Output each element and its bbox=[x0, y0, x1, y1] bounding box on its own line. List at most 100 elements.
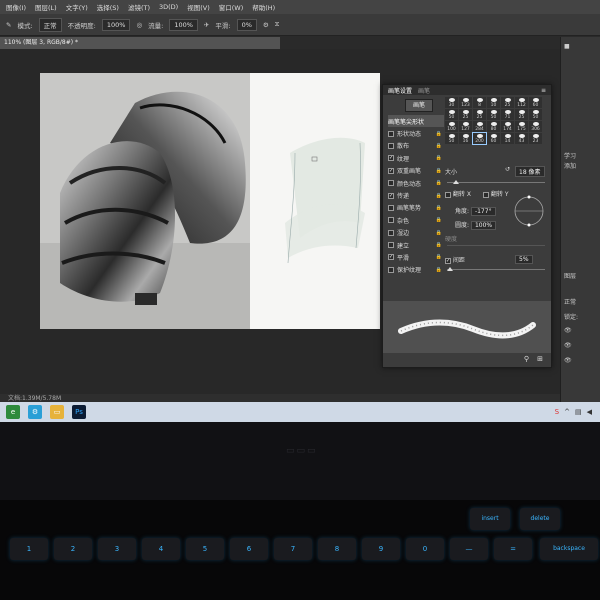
menu-item-image[interactable]: 图像(I) bbox=[6, 2, 26, 12]
lock-icon[interactable]: 🔒 bbox=[436, 143, 442, 149]
brush-tip[interactable]: 25 bbox=[459, 109, 472, 120]
menu-item-view[interactable]: 视图(V) bbox=[187, 2, 210, 12]
symmetry-icon[interactable]: ⧖ bbox=[275, 20, 280, 29]
brush-option-item[interactable]: 画笔笔尖形状 bbox=[388, 115, 444, 128]
menu-item-window[interactable]: 窗口(W) bbox=[219, 2, 244, 12]
menu-item-layer[interactable]: 图层(L) bbox=[35, 2, 57, 12]
brush-tip[interactable]: 30 bbox=[445, 97, 458, 108]
brush-tip[interactable]: 25 bbox=[473, 109, 486, 120]
brush-tip[interactable]: 123 bbox=[459, 97, 472, 108]
brush-option-item[interactable]: 散布 🔒 bbox=[388, 140, 444, 152]
menu-item-filter[interactable]: 滤镜(T) bbox=[128, 2, 150, 12]
brush-tip[interactable]: 60 bbox=[487, 133, 500, 144]
brush-tip[interactable]: 25 bbox=[501, 97, 514, 108]
brush-tip[interactable]: 50 bbox=[445, 109, 458, 120]
brush-tip[interactable]: 50 bbox=[487, 109, 500, 120]
brush-tip[interactable]: 100 bbox=[445, 121, 458, 132]
option-checkbox[interactable] bbox=[388, 242, 394, 249]
brush-option-item[interactable]: 保护纹理 🔒 bbox=[388, 264, 444, 276]
tab-brush-settings[interactable]: 画笔设置 bbox=[388, 86, 412, 95]
option-checkbox[interactable] bbox=[388, 266, 394, 273]
size-slider[interactable] bbox=[447, 180, 545, 184]
lock-icon[interactable]: 🔒 bbox=[436, 267, 442, 273]
brush-tool-icon[interactable]: ✎ bbox=[6, 21, 11, 29]
learn-panel-label[interactable]: 学习 bbox=[564, 151, 576, 160]
brush-option-item[interactable]: 颜色动态 🔒 bbox=[388, 177, 444, 189]
airbrush-icon[interactable]: ✈ bbox=[204, 21, 209, 29]
pressure-opacity-icon[interactable]: ◎ bbox=[136, 21, 142, 29]
flow-field[interactable]: 100% bbox=[169, 18, 198, 31]
brush-option-item[interactable]: ✓ 传递 🔒 bbox=[388, 189, 444, 201]
brush-tip[interactable]: 23 bbox=[529, 133, 542, 144]
option-checkbox[interactable]: ✓ bbox=[388, 167, 394, 174]
panel-menu-icon[interactable]: ≡ bbox=[541, 87, 546, 94]
lock-icon[interactable]: 🔒 bbox=[436, 230, 442, 236]
brush-tip[interactable]: 112 bbox=[515, 97, 528, 108]
flip-x-checkbox[interactable] bbox=[445, 191, 451, 198]
lock-icon[interactable]: 🔒 bbox=[436, 205, 442, 211]
document-tab[interactable]: 110% (图层 3, RGB/8#) * bbox=[0, 37, 280, 49]
angle-roundness-widget[interactable] bbox=[511, 193, 547, 229]
option-checkbox[interactable] bbox=[388, 142, 394, 149]
brush-option-item[interactable]: 湿边 🔒 bbox=[388, 227, 444, 239]
option-checkbox[interactable] bbox=[388, 180, 394, 187]
color-swatch-icon[interactable]: ■ bbox=[564, 43, 570, 50]
lock-icon[interactable]: 🔒 bbox=[436, 131, 442, 137]
brush-tip[interactable]: 174 bbox=[501, 121, 514, 132]
option-checkbox[interactable] bbox=[388, 229, 394, 236]
ime-icon[interactable]: S bbox=[555, 408, 559, 416]
brush-tip[interactable]: 50 bbox=[529, 109, 542, 120]
menu-item-type[interactable]: 文字(Y) bbox=[66, 2, 88, 12]
brush-tip[interactable]: 60 bbox=[529, 97, 542, 108]
brush-tip[interactable]: 14 bbox=[501, 133, 514, 144]
lock-icon[interactable]: 🔒 bbox=[436, 217, 442, 223]
smoothing-field[interactable]: 0% bbox=[236, 18, 257, 31]
gear-icon[interactable]: ⚙ bbox=[263, 21, 269, 29]
brush-tip[interactable]: 8 bbox=[473, 97, 486, 108]
toggle-preview-icon[interactable]: ⚲ bbox=[524, 355, 529, 363]
lock-icon[interactable]: 🔒 bbox=[436, 155, 442, 161]
document-canvas[interactable] bbox=[40, 73, 380, 329]
new-brush-icon[interactable]: ⊞ bbox=[537, 355, 543, 363]
lock-icon[interactable]: 🔒 bbox=[436, 193, 442, 199]
menu-item-select[interactable]: 选择(S) bbox=[97, 2, 119, 12]
chevron-up-icon[interactable]: ^ bbox=[564, 408, 570, 416]
brush-tip[interactable]: 306 bbox=[529, 121, 542, 132]
brush-tip[interactable]: 175 bbox=[515, 121, 528, 132]
option-checkbox[interactable]: ✓ bbox=[388, 192, 394, 199]
brush-option-item[interactable]: 建立 🔒 bbox=[388, 239, 444, 251]
volume-icon[interactable]: ◀ bbox=[587, 408, 592, 416]
menu-item-help[interactable]: 帮助(H) bbox=[252, 2, 275, 12]
lock-icon[interactable]: 🔒 bbox=[436, 168, 442, 174]
brush-presets-button[interactable]: 画笔 bbox=[405, 99, 433, 112]
brush-tip[interactable]: 284 bbox=[473, 121, 486, 132]
flip-y-checkbox[interactable] bbox=[483, 191, 489, 198]
brush-tip[interactable]: 50 bbox=[445, 133, 458, 144]
spacing-field[interactable]: 5% bbox=[515, 255, 533, 264]
eye-icon[interactable]: 👁 bbox=[564, 342, 572, 349]
eye-icon[interactable]: 👁 bbox=[564, 357, 572, 364]
layers-panel-label[interactable]: 图层 bbox=[564, 271, 576, 280]
folder-icon[interactable]: ▭ bbox=[50, 405, 64, 419]
brush-option-item[interactable]: ✓ 纹理 🔒 bbox=[388, 152, 444, 164]
lock-icon[interactable]: 🔒 bbox=[436, 254, 442, 260]
spacing-slider[interactable] bbox=[447, 267, 545, 271]
brush-tip[interactable]: 43 bbox=[515, 133, 528, 144]
lock-icon[interactable]: 🔒 bbox=[436, 180, 442, 186]
brush-option-item[interactable]: 杂色 🔒 bbox=[388, 214, 444, 226]
option-checkbox[interactable] bbox=[388, 204, 394, 211]
option-checkbox[interactable] bbox=[388, 130, 394, 137]
brush-tip[interactable]: 71 bbox=[501, 109, 514, 120]
option-checkbox[interactable]: ✓ bbox=[388, 254, 394, 261]
blend-mode-select[interactable]: 正常 bbox=[564, 297, 576, 306]
option-checkbox[interactable] bbox=[388, 217, 394, 224]
brush-tip[interactable]: 80 bbox=[487, 121, 500, 132]
roundness-field[interactable]: 100% bbox=[470, 221, 497, 230]
option-checkbox[interactable]: ✓ bbox=[388, 155, 394, 162]
photoshop-icon[interactable]: Ps bbox=[72, 405, 86, 419]
angle-field[interactable]: -177° bbox=[470, 207, 496, 216]
mode-select[interactable]: 正常 bbox=[38, 17, 62, 32]
tab-brushes[interactable]: 画笔 bbox=[418, 86, 430, 95]
opacity-field[interactable]: 100% bbox=[101, 18, 131, 31]
eye-icon[interactable]: 👁 bbox=[564, 327, 572, 334]
